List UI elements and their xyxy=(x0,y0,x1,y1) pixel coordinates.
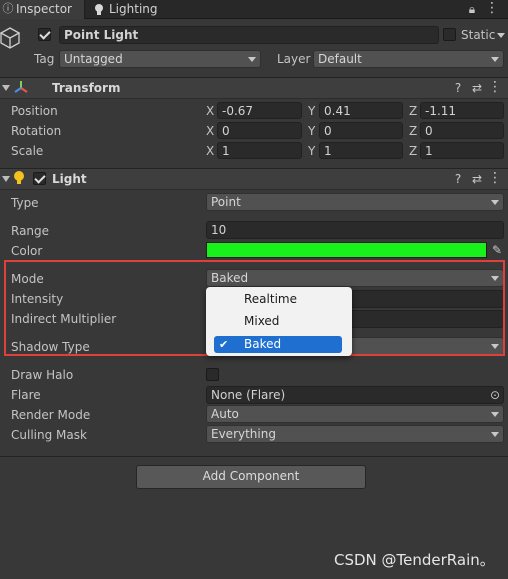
culling-mask-dropdown-arrow xyxy=(491,432,499,437)
transform-axis-icon xyxy=(14,81,28,93)
culling-mask-label: Culling Mask xyxy=(11,428,87,442)
culling-mask-value: Everything xyxy=(211,427,276,441)
rotation-label: Rotation xyxy=(11,124,62,138)
menu-item-mixed[interactable]: Mixed xyxy=(210,313,348,330)
menu-item-baked[interactable]: ✔ Baked xyxy=(214,336,342,353)
menu-item-mixed-label: Mixed xyxy=(244,314,280,328)
menu-item-realtime-label: Realtime xyxy=(244,292,297,306)
color-label: Color xyxy=(11,244,43,258)
watermark-text: CSDN @TenderRain。 xyxy=(334,551,495,569)
position-label: Position xyxy=(11,104,58,118)
position-z-label: Z xyxy=(409,104,418,118)
active-toggle[interactable] xyxy=(38,28,51,41)
object-picker-icon[interactable]: ⊙ xyxy=(488,388,502,402)
eyedropper-icon[interactable]: ✎ xyxy=(490,243,504,257)
component-menu-icon[interactable]: ⋮ xyxy=(488,80,502,94)
light-help-icon[interactable]: ? xyxy=(451,172,465,186)
color-swatch[interactable] xyxy=(206,242,487,258)
tag-dropdown-arrow xyxy=(248,57,256,62)
render-mode-dropdown-arrow xyxy=(491,412,499,417)
static-label: Static xyxy=(461,28,496,42)
scale-label: Scale xyxy=(11,144,44,158)
position-x-input[interactable]: -0.67 xyxy=(217,102,302,119)
rotation-z-label: Z xyxy=(409,124,418,138)
static-toggle[interactable] xyxy=(443,28,456,41)
divider xyxy=(0,456,508,457)
range-input[interactable]: 10 xyxy=(206,221,504,239)
rotation-y-input[interactable]: 0 xyxy=(319,122,403,139)
light-enabled-toggle[interactable] xyxy=(33,172,46,185)
position-y-label: Y xyxy=(308,104,316,118)
flare-label: Flare xyxy=(11,388,41,402)
flare-field[interactable]: None (Flare) xyxy=(206,386,504,404)
light-foldout-icon[interactable] xyxy=(2,176,10,182)
rotation-z-input[interactable]: 0 xyxy=(420,122,504,139)
tag-dropdown[interactable]: Untagged xyxy=(59,50,261,68)
type-value: Point xyxy=(211,195,241,209)
lock-icon[interactable]: 🔒︎ xyxy=(466,2,478,16)
transform-foldout-icon[interactable] xyxy=(2,85,10,91)
bulb-base xyxy=(97,11,101,15)
light-bulb-base xyxy=(17,180,21,184)
menu-item-baked-label: Baked xyxy=(244,337,282,351)
light-title: Light xyxy=(52,172,87,186)
object-name-input[interactable]: Point Light xyxy=(59,26,439,44)
static-dropdown-arrow[interactable] xyxy=(497,33,505,38)
range-label: Range xyxy=(11,224,50,238)
rotation-x-label: X xyxy=(206,124,215,138)
scale-z-input[interactable]: 1 xyxy=(420,142,504,159)
render-mode-dropdown[interactable]: Auto xyxy=(206,405,504,423)
tab-inspector-label: Inspector xyxy=(16,2,72,16)
layer-value: Default xyxy=(318,52,362,66)
tag-label: Tag xyxy=(34,52,55,66)
draw-halo-toggle[interactable] xyxy=(206,368,219,381)
checkmark-icon: ✔ xyxy=(219,338,229,351)
help-icon[interactable]: ? xyxy=(451,81,465,95)
position-x-label: X xyxy=(206,104,215,118)
presets-icon[interactable]: ⇄ xyxy=(470,81,484,95)
layer-dropdown-arrow xyxy=(491,57,499,62)
culling-mask-dropdown[interactable]: Everything xyxy=(206,425,504,443)
scale-z-label: Z xyxy=(409,144,418,158)
tag-value: Untagged xyxy=(64,52,123,66)
more-options-icon[interactable]: ⋮ xyxy=(485,1,499,15)
rotation-y-label: Y xyxy=(308,124,316,138)
flare-value: None (Flare) xyxy=(211,388,286,402)
draw-halo-label: Draw Halo xyxy=(11,368,74,382)
type-dropdown[interactable]: Point xyxy=(206,193,504,211)
rotation-x-input[interactable]: 0 xyxy=(217,122,302,139)
scale-x-input[interactable]: 1 xyxy=(217,142,302,159)
light-menu-icon[interactable]: ⋮ xyxy=(488,171,502,185)
layer-dropdown[interactable]: Default xyxy=(313,50,504,68)
transform-title: Transform xyxy=(52,81,121,95)
add-component-button[interactable]: Add Component xyxy=(136,465,366,489)
position-z-input[interactable]: -1.11 xyxy=(420,102,504,119)
info-icon: ⓘ xyxy=(2,2,14,15)
menu-item-realtime[interactable]: Realtime xyxy=(210,291,348,308)
gameobject-cube-icon xyxy=(0,27,20,49)
type-dropdown-arrow xyxy=(491,200,499,205)
tab-lighting[interactable]: Lighting xyxy=(109,0,158,18)
position-y-input[interactable]: 0.41 xyxy=(319,102,403,119)
scale-x-label: X xyxy=(206,144,215,158)
light-presets-icon[interactable]: ⇄ xyxy=(470,172,484,186)
mode-options-menu: Realtime Mixed ✔ Baked xyxy=(206,287,352,356)
render-mode-value: Auto xyxy=(211,407,239,421)
type-label: Type xyxy=(11,196,39,210)
scale-y-label: Y xyxy=(308,144,316,158)
render-mode-label: Render Mode xyxy=(11,408,91,422)
layer-label: Layer xyxy=(277,52,311,66)
scale-y-input[interactable]: 1 xyxy=(319,142,403,159)
